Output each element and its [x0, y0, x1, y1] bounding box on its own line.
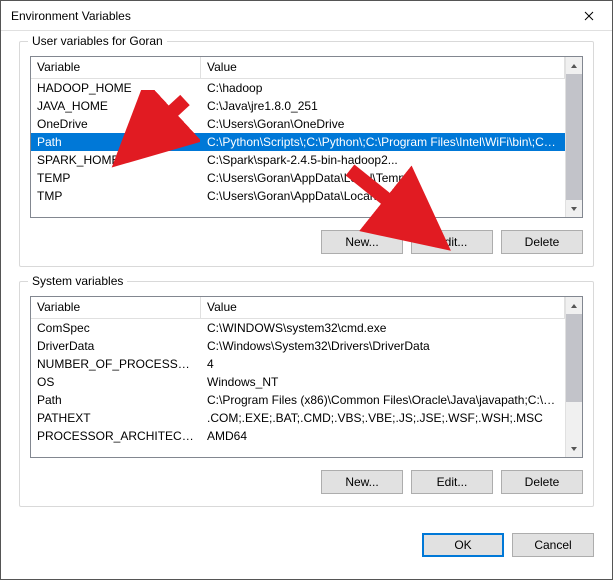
var-name-cell: TEMP — [31, 170, 201, 186]
var-value-cell: C:\Users\Goran\OneDrive — [201, 116, 565, 132]
system-edit-button[interactable]: Edit... — [411, 470, 493, 494]
close-icon — [584, 11, 594, 21]
var-value-cell: C:\Python\Scripts\;C:\Python\;C:\Program… — [201, 134, 565, 150]
system-new-button[interactable]: New... — [321, 470, 403, 494]
var-name-cell: Path — [31, 134, 201, 150]
var-name-cell: NUMBER_OF_PROCESSORS — [31, 356, 201, 372]
var-name-cell: PROCESSOR_ARCHITECTURE — [31, 428, 201, 444]
table-row[interactable]: JAVA_HOMEC:\Java\jre1.8.0_251 — [31, 97, 565, 115]
var-name-cell: PATHEXT — [31, 410, 201, 426]
table-row[interactable]: DriverDataC:\Windows\System32\Drivers\Dr… — [31, 337, 565, 355]
scroll-up-button[interactable] — [566, 57, 582, 74]
scroll-up-button[interactable] — [566, 297, 582, 314]
var-name-cell: Path — [31, 392, 201, 408]
var-value-cell: Windows_NT — [201, 374, 565, 390]
list-header: Variable Value — [31, 57, 565, 79]
scroll-down-button[interactable] — [566, 440, 582, 457]
var-value-cell: C:\Java\jre1.8.0_251 — [201, 98, 565, 114]
table-row[interactable]: OneDriveC:\Users\Goran\OneDrive — [31, 115, 565, 133]
table-row[interactable]: HADOOP_HOMEC:\hadoop — [31, 79, 565, 97]
titlebar: Environment Variables — [1, 1, 612, 31]
system-variables-list[interactable]: Variable Value ComSpecC:\WINDOWS\system3… — [30, 296, 583, 458]
scrollbar[interactable] — [565, 297, 582, 457]
table-row[interactable]: TMPC:\Users\Goran\AppData\Local\Temp — [31, 187, 565, 205]
table-row[interactable]: PathC:\Program Files (x86)\Common Files\… — [31, 391, 565, 409]
col-header-variable[interactable]: Variable — [31, 297, 201, 318]
var-name-cell: SPARK_HOME — [31, 152, 201, 168]
table-row[interactable]: SPARK_HOMEC:\Spark\spark-2.4.5-bin-hadoo… — [31, 151, 565, 169]
table-row[interactable]: ComSpecC:\WINDOWS\system32\cmd.exe — [31, 319, 565, 337]
var-name-cell: OS — [31, 374, 201, 390]
var-name-cell: DriverData — [31, 338, 201, 354]
system-variables-label: System variables — [28, 274, 127, 288]
user-variables-label: User variables for Goran — [28, 34, 167, 48]
system-variables-group: System variables Variable Value ComSpecC… — [19, 281, 594, 507]
list-header: Variable Value — [31, 297, 565, 319]
user-edit-button[interactable]: Edit... — [411, 230, 493, 254]
cancel-button[interactable]: Cancel — [512, 533, 594, 557]
scrollbar[interactable] — [565, 57, 582, 217]
var-name-cell: HADOOP_HOME — [31, 80, 201, 96]
scroll-down-button[interactable] — [566, 200, 582, 217]
var-name-cell: OneDrive — [31, 116, 201, 132]
var-value-cell: 4 — [201, 356, 565, 372]
user-variables-group: User variables for Goran Variable Value … — [19, 41, 594, 267]
var-value-cell: C:\Windows\System32\Drivers\DriverData — [201, 338, 565, 354]
var-value-cell: C:\Spark\spark-2.4.5-bin-hadoop2... — [201, 152, 565, 168]
table-row[interactable]: OSWindows_NT — [31, 373, 565, 391]
col-header-variable[interactable]: Variable — [31, 57, 201, 78]
var-value-cell: C:\Program Files (x86)\Common Files\Orac… — [201, 392, 565, 408]
var-name-cell: ComSpec — [31, 320, 201, 336]
var-name-cell: TMP — [31, 188, 201, 204]
system-delete-button[interactable]: Delete — [501, 470, 583, 494]
user-variables-list[interactable]: Variable Value HADOOP_HOMEC:\hadoopJAVA_… — [30, 56, 583, 218]
user-delete-button[interactable]: Delete — [501, 230, 583, 254]
col-header-value[interactable]: Value — [201, 57, 565, 78]
var-value-cell: C:\hadoop — [201, 80, 565, 96]
var-value-cell: AMD64 — [201, 428, 565, 444]
ok-button[interactable]: OK — [422, 533, 504, 557]
table-row[interactable]: PATHEXT.COM;.EXE;.BAT;.CMD;.VBS;.VBE;.JS… — [31, 409, 565, 427]
var-value-cell: C:\WINDOWS\system32\cmd.exe — [201, 320, 565, 336]
close-button[interactable] — [566, 1, 612, 31]
table-row[interactable]: PROCESSOR_ARCHITECTUREAMD64 — [31, 427, 565, 445]
var-value-cell: .COM;.EXE;.BAT;.CMD;.VBS;.VBE;.JS;.JSE;.… — [201, 410, 565, 426]
user-new-button[interactable]: New... — [321, 230, 403, 254]
col-header-value[interactable]: Value — [201, 297, 565, 318]
var-name-cell: JAVA_HOME — [31, 98, 201, 114]
var-value-cell: C:\Users\Goran\AppData\Local\Temp — [201, 188, 565, 204]
table-row[interactable]: PathC:\Python\Scripts\;C:\Python\;C:\Pro… — [31, 133, 565, 151]
table-row[interactable]: NUMBER_OF_PROCESSORS4 — [31, 355, 565, 373]
window-title: Environment Variables — [11, 9, 131, 23]
table-row[interactable]: TEMPC:\Users\Goran\AppData\Local\Temp — [31, 169, 565, 187]
var-value-cell: C:\Users\Goran\AppData\Local\Temp — [201, 170, 565, 186]
